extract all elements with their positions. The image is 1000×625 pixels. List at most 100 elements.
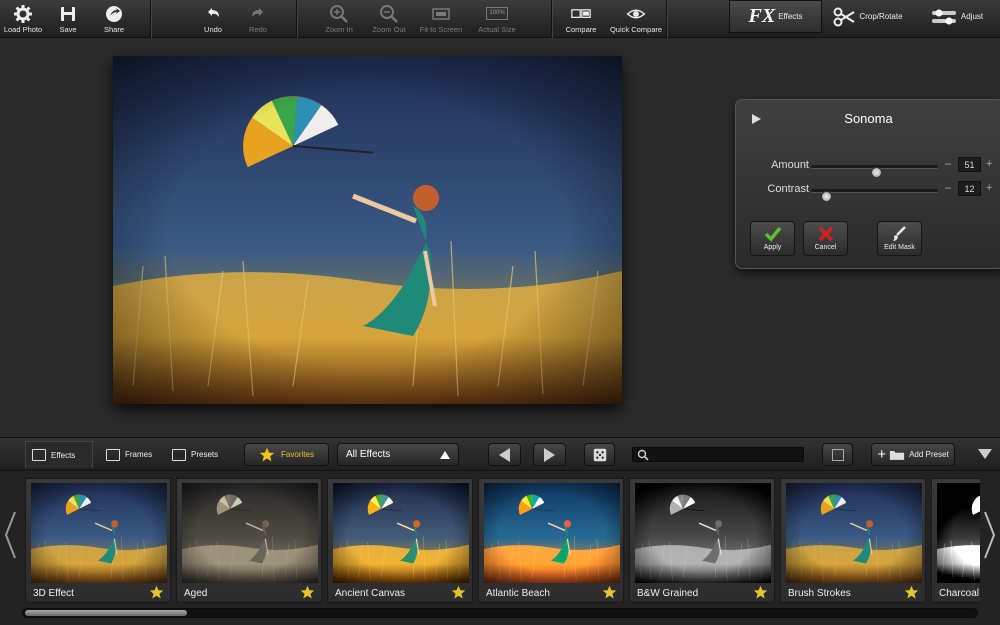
effect-thumbnail[interactable]: B&W Grained: [629, 478, 775, 603]
favorite-star-icon[interactable]: [904, 585, 919, 600]
contrast-slider-row: Contrast – 12 +: [736, 181, 1000, 202]
undo-button[interactable]: Undo: [198, 0, 228, 38]
contrast-slider[interactable]: [811, 189, 938, 202]
compare-icon: [571, 9, 591, 18]
tab-presets[interactable]: Presets: [166, 441, 230, 468]
amount-slider-knob[interactable]: [870, 167, 882, 178]
fx-logo-icon: FX: [748, 5, 776, 27]
compare-button[interactable]: Compare: [560, 0, 602, 38]
right-arrow-icon: [544, 447, 555, 462]
effect-preview-image: [484, 483, 620, 583]
left-arrow-icon: [499, 447, 510, 462]
contrast-value[interactable]: 12: [958, 181, 981, 196]
share-button[interactable]: Share: [97, 0, 131, 38]
add-preset-label: Add Preset: [909, 450, 949, 459]
effects-category-dropdown[interactable]: All Effects: [337, 443, 459, 466]
load-photo-button[interactable]: Load Photo: [2, 0, 44, 38]
previous-button[interactable]: [488, 443, 521, 466]
redo-label: Redo: [249, 25, 267, 34]
favorite-star-icon[interactable]: [602, 585, 617, 600]
search-input[interactable]: [653, 448, 803, 461]
effect-preview-image: [333, 483, 469, 583]
eye-icon: [626, 9, 646, 19]
effect-thumbnail[interactable]: Charcoal: [931, 478, 980, 603]
effect-name: 3D Effect: [33, 588, 74, 599]
chevron-left-icon: [4, 511, 16, 559]
effect-preview-image: [635, 483, 771, 583]
quick-compare-button[interactable]: Quick Compare: [608, 0, 664, 38]
tab-adjust[interactable]: Adjust: [914, 0, 1000, 33]
edit-mask-label: Edit Mask: [884, 244, 915, 251]
tab-presets-label: Presets: [191, 450, 219, 459]
amount-slider-row: Amount – 51 +: [736, 157, 1000, 178]
cancel-label: Cancel: [814, 244, 837, 251]
effect-name: Atlantic Beach: [486, 588, 550, 599]
favorite-star-icon[interactable]: [300, 585, 315, 600]
collapse-browser-icon[interactable]: [978, 449, 992, 459]
tab-browser-effects[interactable]: Effects: [25, 441, 93, 468]
redo-button[interactable]: Redo: [243, 0, 273, 38]
contrast-decrease-button[interactable]: –: [945, 182, 951, 194]
effect-thumbnail[interactable]: Brush Strokes: [780, 478, 926, 603]
edited-photo[interactable]: [113, 56, 622, 404]
favorite-star-icon[interactable]: [149, 585, 164, 600]
tab-frames[interactable]: Frames: [100, 441, 160, 468]
edit-mask-button[interactable]: Edit Mask: [877, 221, 922, 256]
frame-icon: [106, 448, 120, 461]
effect-name: B&W Grained: [637, 588, 699, 599]
tab-crop-rotate-label: Crop/Rotate: [859, 12, 903, 21]
favorite-star-icon[interactable]: [451, 585, 466, 600]
tab-crop-rotate[interactable]: Crop/Rotate: [823, 0, 913, 33]
fx-icon: [32, 449, 46, 461]
zoom-out-icon: [380, 5, 398, 23]
tab-adjust-label: Adjust: [960, 12, 984, 21]
view-toggle-button[interactable]: [822, 443, 853, 466]
effect-thumbnail[interactable]: Aged: [176, 478, 322, 603]
zoom-out-button[interactable]: Zoom Out: [368, 0, 410, 38]
chevron-right-icon: [984, 511, 996, 559]
apply-label: Apply: [763, 244, 782, 251]
undo-icon: [208, 8, 219, 17]
redo-icon: [252, 8, 263, 17]
contrast-label: Contrast: [767, 183, 809, 195]
effect-thumbnail[interactable]: Atlantic Beach: [478, 478, 624, 603]
search-box[interactable]: [632, 447, 804, 462]
contrast-increase-button[interactable]: +: [986, 182, 992, 194]
favorite-star-icon[interactable]: [753, 585, 768, 600]
random-effect-button[interactable]: [584, 443, 615, 466]
zoom-in-button[interactable]: Zoom In: [320, 0, 358, 38]
scrollbar-thumb[interactable]: [25, 610, 187, 616]
share-icon: [106, 6, 122, 22]
next-button[interactable]: [533, 443, 566, 466]
plus-icon: +: [877, 446, 887, 463]
star-icon: [259, 447, 275, 461]
amount-label: Amount: [771, 159, 809, 171]
brush-icon: [892, 226, 906, 241]
gear-icon: [14, 5, 32, 23]
tab-effects[interactable]: FX Effects: [729, 0, 822, 33]
effect-name: Charcoal: [939, 588, 980, 599]
effect-thumbnail[interactable]: 3D Effect: [25, 478, 171, 603]
favorites-button[interactable]: Favorites: [244, 443, 329, 466]
effect-thumbnail[interactable]: Ancient Canvas: [327, 478, 473, 603]
checkmark-icon: [764, 226, 781, 242]
toolbar-divider: [666, 0, 667, 38]
fit-to-screen-button[interactable]: Fit to Screen: [415, 0, 467, 38]
tab-browser-effects-label: Effects: [51, 450, 76, 460]
apply-button[interactable]: Apply: [750, 221, 795, 256]
scroll-left-button[interactable]: [1, 470, 19, 600]
contrast-slider-knob[interactable]: [821, 191, 833, 202]
scissors-icon: [833, 7, 855, 26]
scroll-right-button[interactable]: [981, 470, 999, 600]
main-toolbar: Load Photo Save Share Undo Redo Zoom In …: [0, 0, 1000, 38]
add-preset-button[interactable]: + Add Preset: [871, 443, 955, 466]
amount-slider[interactable]: [811, 165, 938, 178]
thumbnail-scrollbar[interactable]: [22, 608, 978, 618]
search-icon: [637, 449, 649, 461]
amount-decrease-button[interactable]: –: [945, 158, 951, 170]
amount-increase-button[interactable]: +: [986, 158, 992, 170]
cancel-button[interactable]: Cancel: [803, 221, 848, 256]
amount-value[interactable]: 51: [958, 157, 981, 172]
save-button[interactable]: Save: [52, 0, 84, 38]
actual-size-button[interactable]: 100% Actual Size: [474, 0, 520, 38]
